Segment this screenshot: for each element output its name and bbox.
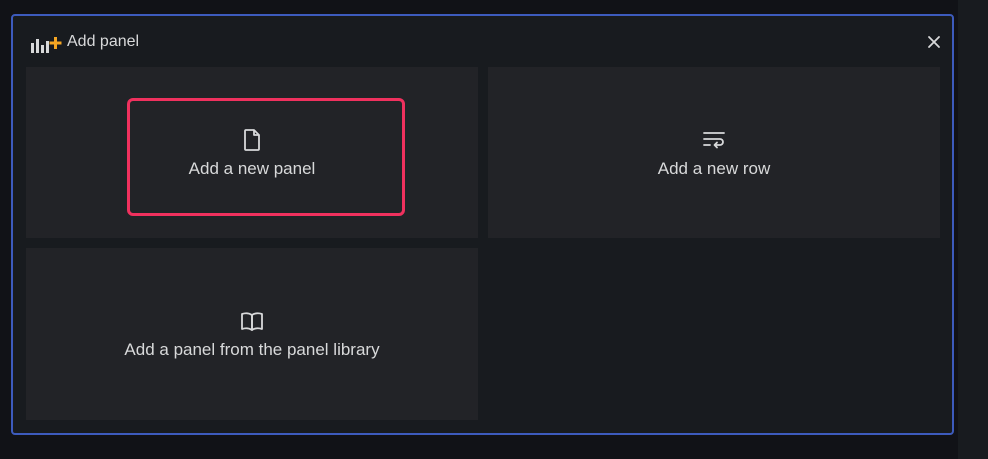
add-panel-icon [31, 35, 63, 53]
add-panel-dialog: Add panel Add a new panel Add a new row … [11, 14, 954, 435]
book-open-icon [239, 308, 265, 334]
add-library-panel-card[interactable]: Add a panel from the panel library [26, 248, 478, 420]
add-new-panel-card[interactable]: Add a new panel [26, 67, 478, 238]
dialog-title: Add panel [67, 33, 140, 50]
wrap-text-icon [701, 127, 727, 153]
background-strip [958, 0, 988, 459]
add-library-panel-label: Add a panel from the panel library [124, 340, 380, 359]
dialog-header: Add panel [13, 16, 952, 68]
close-icon[interactable] [925, 33, 943, 51]
file-icon [239, 127, 265, 153]
add-new-panel-label: Add a new panel [188, 158, 316, 178]
add-new-row-label: Add a new row [657, 158, 771, 178]
add-new-row-card[interactable]: Add a new row [488, 67, 940, 238]
